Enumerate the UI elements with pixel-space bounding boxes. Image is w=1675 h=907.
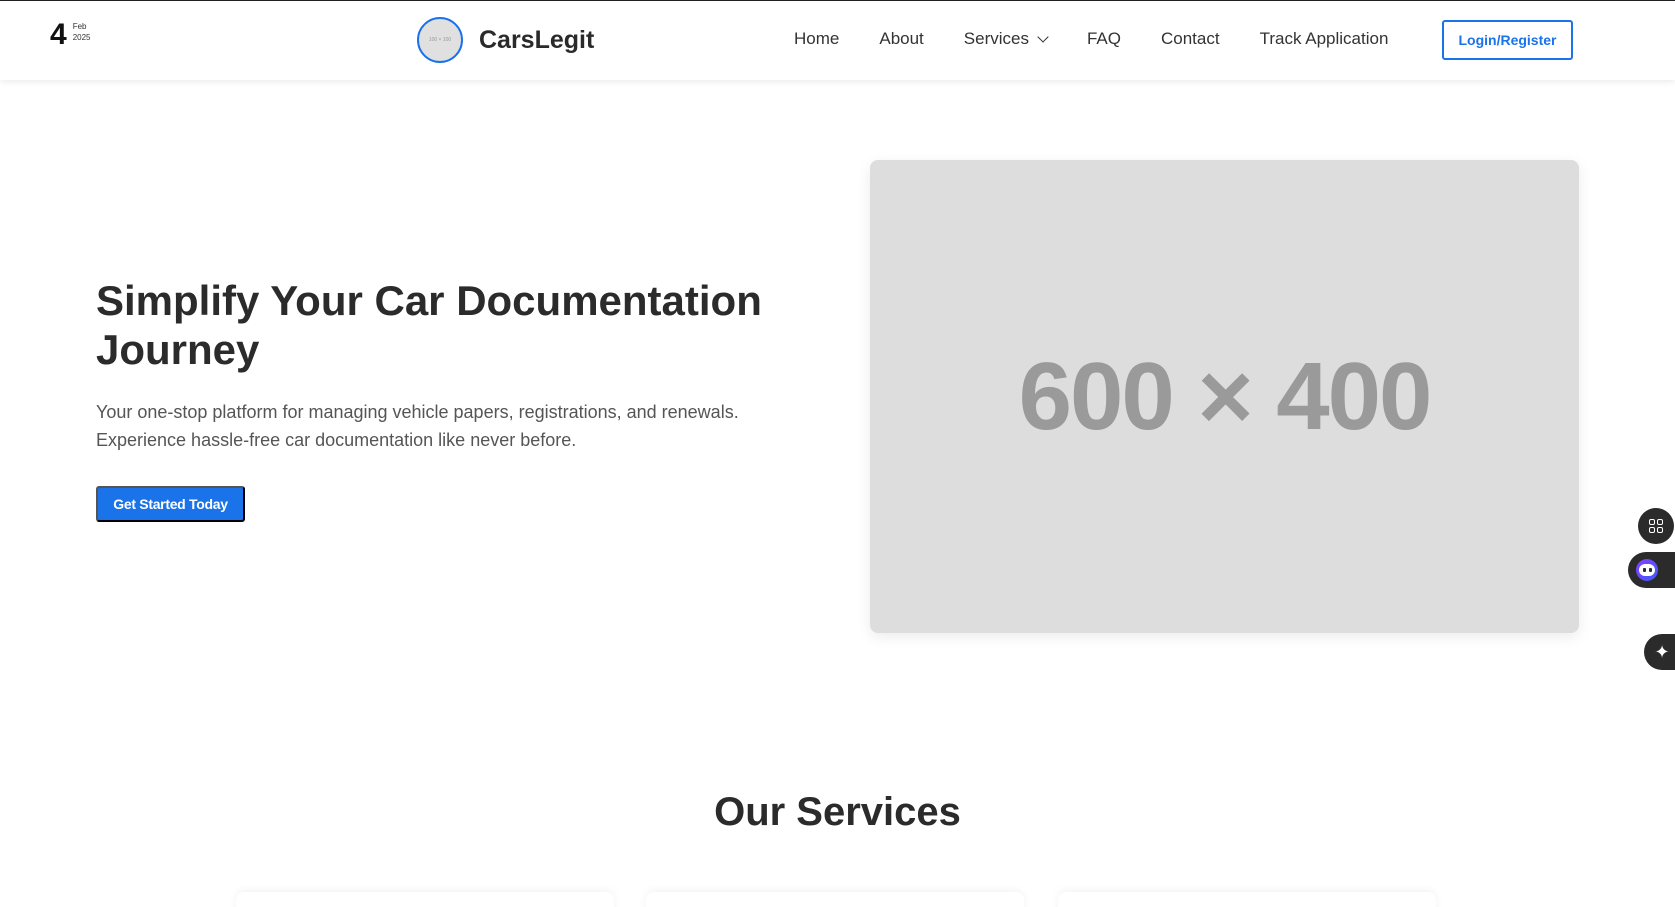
brand[interactable]: 100 × 100 CarsLegit (417, 17, 594, 63)
nav-services-label: Services (963, 29, 1029, 48)
main-nav: Home About Services FAQ Contact Track Ap… (794, 29, 1428, 49)
nav-about[interactable]: About (879, 29, 923, 49)
date-meta: Feb 2025 (73, 21, 91, 43)
assistant-widget-button[interactable] (1628, 552, 1675, 588)
bot-icon (1636, 559, 1658, 581)
service-card[interactable] (646, 892, 1024, 907)
chevron-down-icon (1037, 30, 1049, 43)
service-card[interactable] (236, 892, 614, 907)
nav-services[interactable]: Services (963, 29, 1049, 49)
brand-logo[interactable]: 100 × 100 (417, 17, 463, 63)
services-section-title: Our Services (714, 790, 961, 834)
date-year: 2025 (72, 33, 91, 42)
nav-contact[interactable]: Contact (1161, 29, 1220, 49)
hero-image-placeholder-text: 600 × 400 (1018, 342, 1433, 450)
logo-placeholder-text: 100 × 100 (428, 37, 452, 43)
date-widget: 4 Feb 2025 (50, 19, 90, 51)
login-register-button[interactable]: Login/Register (1442, 20, 1573, 60)
date-day: 4 (50, 18, 67, 51)
date-month: Feb (72, 22, 87, 31)
hero-subtitle: Your one-stop platform for managing vehi… (96, 402, 739, 450)
service-card[interactable] (1058, 892, 1436, 907)
hero-title: Simplify Your Car Documentation Journey (96, 277, 762, 373)
hero-image-placeholder: 600 × 400 (870, 160, 1579, 633)
ai-sparkle-button[interactable]: ✦ (1644, 634, 1675, 670)
nav-faq[interactable]: FAQ (1087, 29, 1121, 49)
brand-name[interactable]: CarsLegit (479, 26, 594, 55)
grid-icon (1649, 519, 1663, 533)
nav-track-application[interactable]: Track Application (1260, 29, 1389, 49)
nav-home[interactable]: Home (794, 29, 839, 49)
site-header: 4 Feb 2025 100 × 100 CarsLegit Home Abou… (0, 1, 1675, 80)
sparkle-icon: ✦ (1654, 641, 1670, 662)
apps-widget-button[interactable] (1638, 508, 1674, 544)
get-started-button[interactable]: Get Started Today (96, 486, 245, 522)
